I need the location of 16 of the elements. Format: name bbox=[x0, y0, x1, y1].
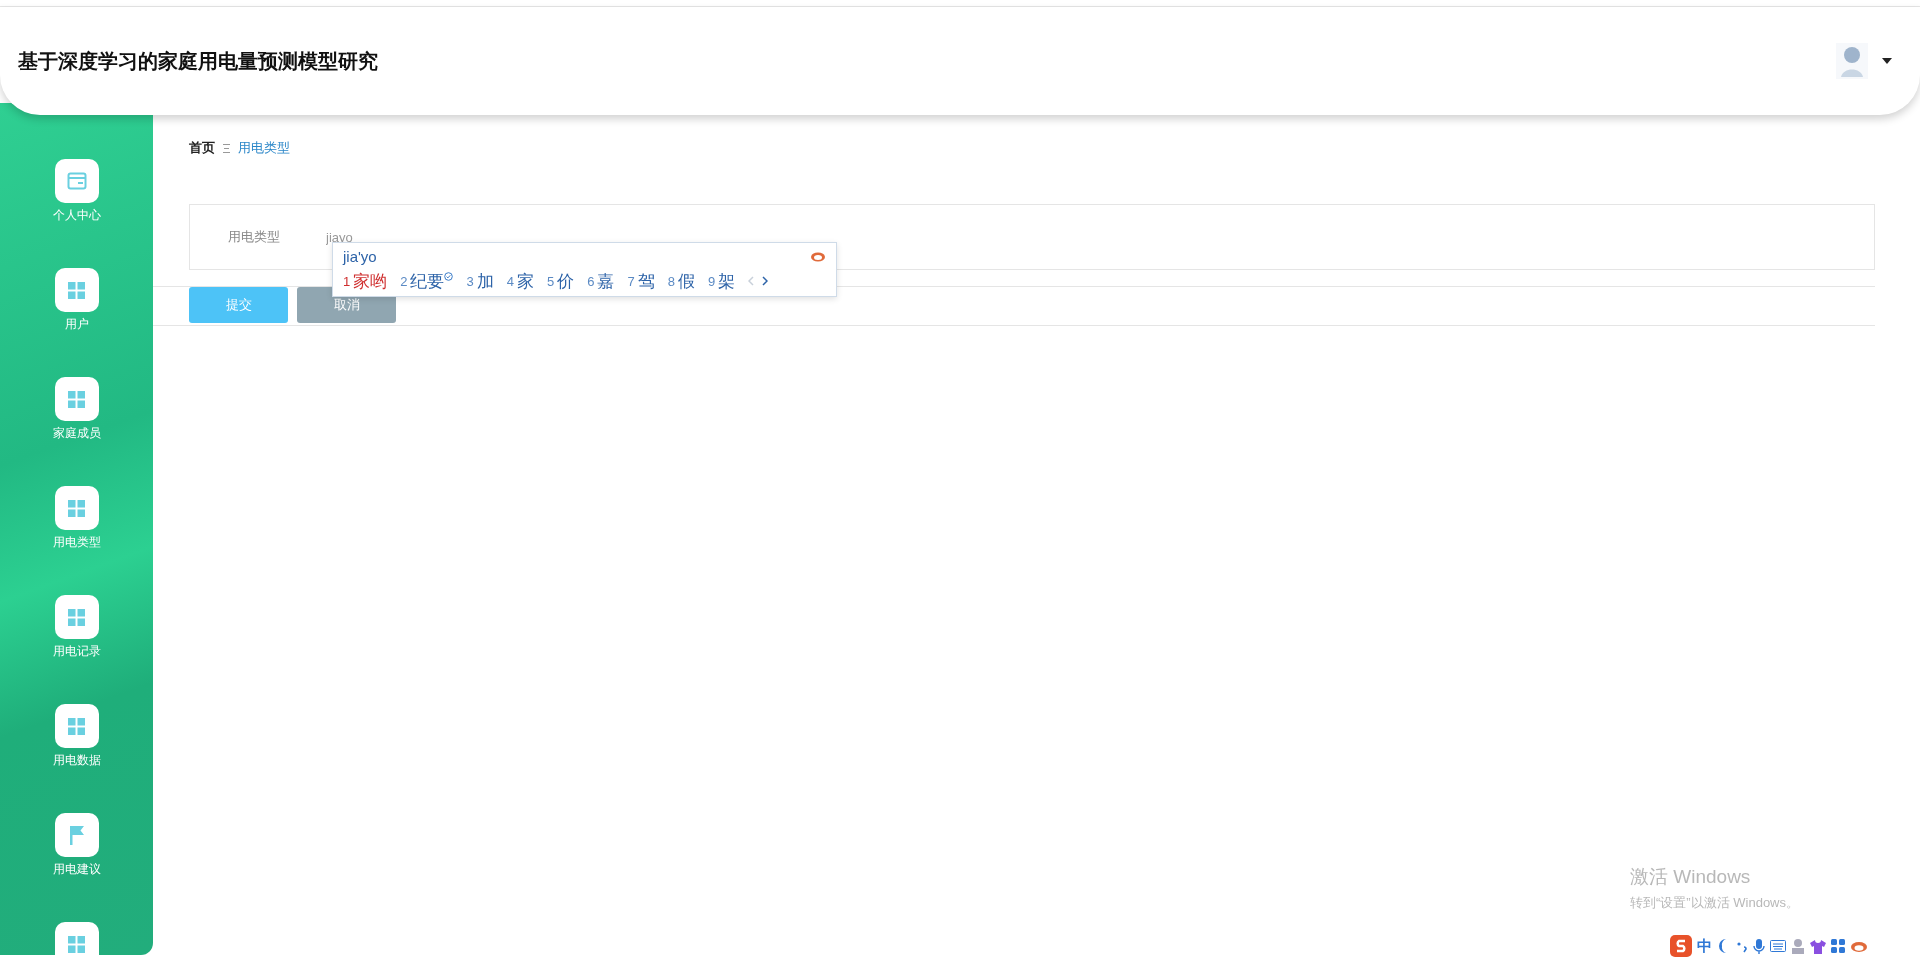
breadcrumb-link[interactable]: 首页 bbox=[189, 139, 215, 157]
ime-candidate[interactable]: 8 假 bbox=[667, 269, 695, 293]
ime-candidate[interactable]: 2 纪要 bbox=[400, 269, 454, 293]
activation-title: 激活 Windows bbox=[1630, 865, 1752, 889]
ime-candidate[interactable]: 5 价 bbox=[546, 269, 575, 293]
ime-candidate[interactable]: 6 嘉 bbox=[587, 269, 615, 293]
ime-candidate[interactable]: 7 驾 bbox=[627, 269, 655, 293]
ime-candidate[interactable]: 9 架 bbox=[707, 269, 736, 293]
field-label: 用电类型 bbox=[228, 228, 280, 246]
input-mode-toggle[interactable]: 中 bbox=[1697, 936, 1712, 956]
activation-hint: 转到“设置”以激活 Windows。 bbox=[1630, 894, 1799, 912]
ime-composition: jia'yo bbox=[343, 247, 377, 265]
breadcrumb-current: 用电类型 bbox=[238, 139, 290, 157]
ime-candidate[interactable]: 3 加 bbox=[466, 269, 494, 293]
ime-candidate[interactable]: 4 家 bbox=[506, 269, 534, 293]
app-title: 基于深度学习的家庭用电量预测模型研究 bbox=[18, 48, 378, 74]
